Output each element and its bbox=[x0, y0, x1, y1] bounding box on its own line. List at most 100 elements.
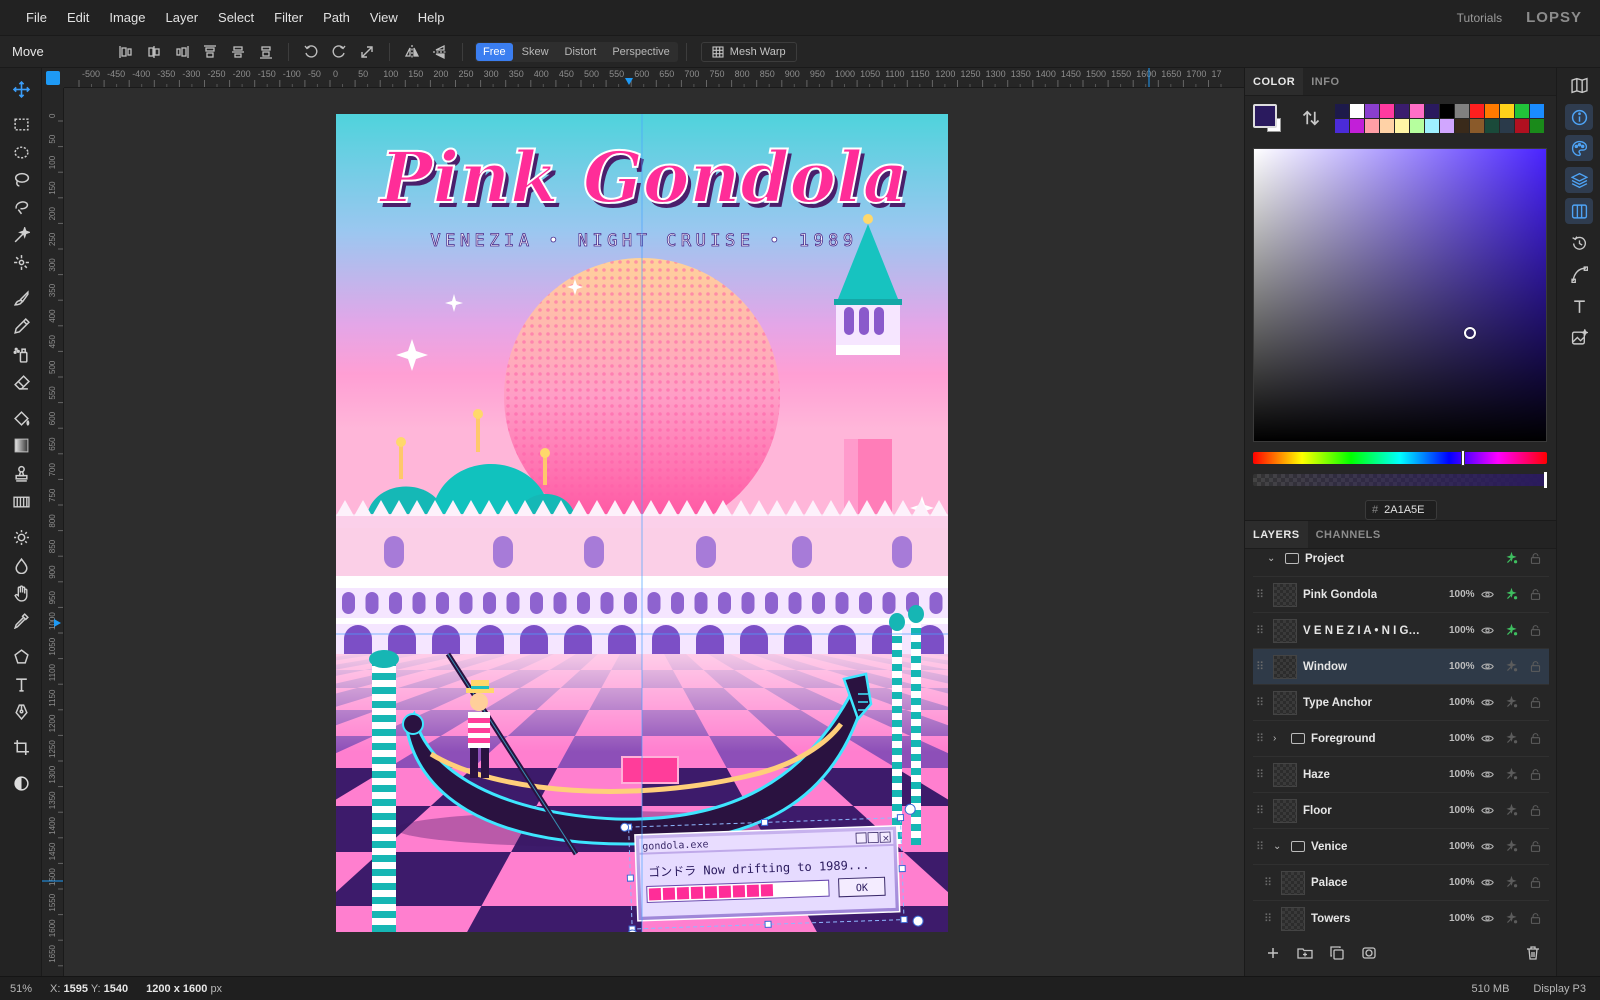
eye-icon[interactable] bbox=[1479, 839, 1495, 855]
layer-opacity[interactable]: 100% bbox=[1449, 841, 1475, 852]
pattern-icon[interactable] bbox=[7, 488, 35, 514]
menu-file[interactable]: File bbox=[16, 0, 57, 36]
horizontal-ruler[interactable]: -500 -450 -400 -350 -300 -250 -200 -150 -100 -50 0… bbox=[64, 68, 1244, 88]
hand-icon[interactable] bbox=[7, 580, 35, 606]
palette-swatch[interactable] bbox=[1485, 119, 1499, 133]
palette-swatch[interactable] bbox=[1395, 119, 1409, 133]
mode-skew-button[interactable]: Skew bbox=[515, 43, 556, 61]
palette-swatch[interactable] bbox=[1470, 119, 1484, 133]
palette-swatch[interactable] bbox=[1455, 104, 1469, 118]
palette-swatch[interactable] bbox=[1335, 104, 1349, 118]
effects-icon[interactable] bbox=[1503, 659, 1519, 675]
pen-tool-icon[interactable] bbox=[7, 698, 35, 724]
palette-swatch[interactable] bbox=[1395, 104, 1409, 118]
tab-info[interactable]: INFO bbox=[1303, 68, 1347, 95]
align-bottom-icon[interactable] bbox=[252, 40, 280, 64]
tab-color[interactable]: COLOR bbox=[1245, 68, 1304, 95]
foreground-color-swatch[interactable] bbox=[1253, 104, 1277, 128]
align-left-icon[interactable] bbox=[112, 40, 140, 64]
mode-distort-button[interactable]: Distort bbox=[558, 43, 604, 61]
swap-colors-icon[interactable] bbox=[1301, 108, 1321, 128]
stamp-icon[interactable] bbox=[7, 460, 35, 486]
drag-handle-icon[interactable]: ⠿ bbox=[1253, 768, 1267, 781]
palette-swatch[interactable] bbox=[1440, 104, 1454, 118]
eye-icon[interactable] bbox=[1479, 875, 1495, 891]
palette-swatch[interactable] bbox=[1425, 119, 1439, 133]
drag-handle-icon[interactable]: ⠿ bbox=[1253, 696, 1267, 709]
drag-handle-icon[interactable]: ⠿ bbox=[1253, 840, 1267, 853]
paint-bucket-icon[interactable] bbox=[7, 405, 35, 431]
eye-icon[interactable] bbox=[1479, 587, 1495, 603]
zoom-level[interactable]: 51% bbox=[0, 983, 42, 995]
menu-view[interactable]: View bbox=[360, 0, 408, 36]
layer-opacity[interactable]: 100% bbox=[1449, 733, 1475, 744]
history-icon[interactable] bbox=[1565, 230, 1593, 256]
palette-swatch[interactable] bbox=[1365, 119, 1379, 133]
color-profile[interactable]: Display P3 bbox=[1533, 983, 1586, 995]
effects-icon[interactable] bbox=[1503, 875, 1519, 891]
tab-channels[interactable]: CHANNELS bbox=[1308, 521, 1389, 548]
drag-handle-icon[interactable]: ⠿ bbox=[1253, 660, 1267, 673]
brush-icon[interactable] bbox=[7, 285, 35, 311]
flip-vertical-icon[interactable] bbox=[426, 40, 454, 64]
lasso-icon[interactable] bbox=[7, 166, 35, 192]
delete-layer-icon[interactable] bbox=[1517, 939, 1549, 967]
palette-swatch[interactable] bbox=[1485, 104, 1499, 118]
drag-handle-icon[interactable]: ⠿ bbox=[1253, 624, 1267, 637]
scale-icon[interactable] bbox=[353, 40, 381, 64]
effects-icon[interactable] bbox=[1503, 623, 1519, 639]
image-adjust-icon[interactable] bbox=[1565, 324, 1593, 350]
palette-icon[interactable] bbox=[1565, 135, 1593, 161]
lock-icon[interactable] bbox=[1527, 731, 1543, 747]
menu-layer[interactable]: Layer bbox=[156, 0, 209, 36]
duplicate-layer-icon[interactable] bbox=[1321, 939, 1353, 967]
layer-opacity[interactable]: 100% bbox=[1449, 661, 1475, 672]
alpha-slider[interactable] bbox=[1253, 472, 1547, 488]
layer-row[interactable]: ⠿ Pink Gondola 100% bbox=[1253, 577, 1549, 613]
contrast-mode-icon[interactable] bbox=[7, 770, 35, 796]
rect-select-icon[interactable] bbox=[7, 111, 35, 137]
layer-row[interactable]: ⠿ ⌄ Venice 100% bbox=[1253, 829, 1549, 865]
eye-icon[interactable] bbox=[1479, 911, 1495, 927]
layer-opacity[interactable]: 100% bbox=[1449, 589, 1475, 600]
palette-swatch[interactable] bbox=[1500, 104, 1514, 118]
eraser-icon[interactable] bbox=[7, 369, 35, 395]
mesh-warp-button[interactable]: Mesh Warp bbox=[700, 41, 797, 62]
magnetic-lasso-icon[interactable] bbox=[7, 194, 35, 220]
palette-swatch[interactable] bbox=[1530, 119, 1544, 133]
menu-path[interactable]: Path bbox=[313, 0, 360, 36]
palette-swatch[interactable] bbox=[1425, 104, 1439, 118]
move-tool-icon[interactable] bbox=[7, 76, 35, 102]
rotate-left-icon[interactable] bbox=[297, 40, 325, 64]
map-icon[interactable] bbox=[1565, 72, 1593, 98]
eye-icon[interactable] bbox=[1479, 659, 1495, 675]
lock-icon[interactable] bbox=[1527, 875, 1543, 891]
palette-swatch[interactable] bbox=[1515, 104, 1529, 118]
path-curve-icon[interactable] bbox=[1565, 261, 1593, 287]
layer-opacity[interactable]: 100% bbox=[1449, 625, 1475, 636]
lock-icon[interactable] bbox=[1527, 659, 1543, 675]
eye-icon[interactable] bbox=[1479, 731, 1495, 747]
layer-row[interactable]: ⠿ › Foreground 100% bbox=[1253, 721, 1549, 757]
lock-icon[interactable] bbox=[1527, 623, 1543, 639]
palette-swatch[interactable] bbox=[1455, 119, 1469, 133]
effects-icon[interactable] bbox=[1503, 695, 1519, 711]
shape-polygon-icon[interactable] bbox=[7, 643, 35, 669]
palette-swatch[interactable] bbox=[1530, 104, 1544, 118]
layer-row[interactable]: ⠿ Floor 100% bbox=[1253, 793, 1549, 829]
lock-icon[interactable] bbox=[1527, 695, 1543, 711]
layer-row[interactable]: ⌄ Project bbox=[1253, 551, 1549, 577]
lock-icon[interactable] bbox=[1527, 803, 1543, 819]
eye-icon[interactable] bbox=[1479, 623, 1495, 639]
mode-free-button[interactable]: Free bbox=[476, 42, 513, 61]
rotate-right-icon[interactable] bbox=[325, 40, 353, 64]
spray-icon[interactable] bbox=[7, 341, 35, 367]
tab-layers[interactable]: LAYERS bbox=[1245, 521, 1308, 548]
palette-swatch[interactable] bbox=[1500, 119, 1514, 133]
layer-row[interactable]: ⠿ Window 100% bbox=[1253, 649, 1549, 685]
hex-input[interactable]: # 2A1A5E bbox=[1365, 500, 1437, 520]
info-icon[interactable] bbox=[1565, 104, 1593, 130]
drag-handle-icon[interactable]: ⠿ bbox=[1253, 732, 1267, 745]
flip-horizontal-icon[interactable] bbox=[398, 40, 426, 64]
eye-icon[interactable] bbox=[1479, 803, 1495, 819]
